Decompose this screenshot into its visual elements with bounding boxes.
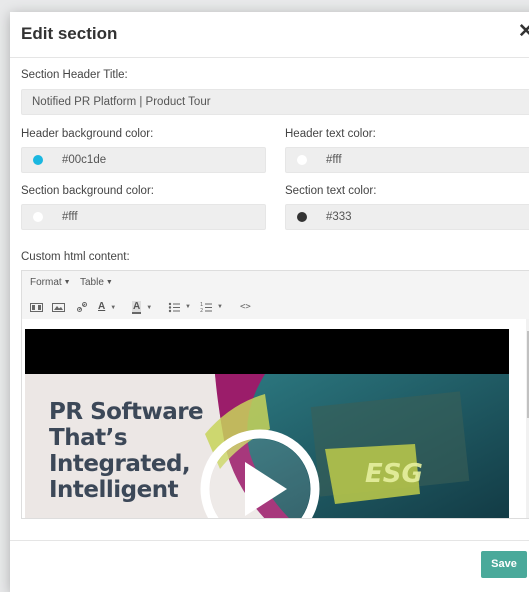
- video-thumbnail: ESG PR Software That’s Integrated, Intel…: [25, 374, 509, 518]
- section-bg-color-swatch[interactable]: [33, 212, 43, 222]
- text-color-button[interactable]: A ▼: [98, 299, 116, 315]
- section-text-color-value: #333: [326, 211, 352, 223]
- chevron-down-icon: ▼: [217, 304, 223, 310]
- video-headline: PR Software That’s Integrated, Intellige…: [49, 399, 204, 503]
- bullet-list-button[interactable]: ▼: [168, 299, 191, 315]
- source-code-icon[interactable]: <>: [240, 299, 251, 315]
- section-header-title-value: Notified PR Platform | Product Tour: [32, 96, 211, 108]
- header-text-color-input[interactable]: #fff: [285, 147, 529, 173]
- section-bg-color-value: #fff: [62, 211, 78, 223]
- chevron-down-icon: ▼: [185, 304, 191, 310]
- section-bg-color-label: Section background color:: [21, 185, 154, 197]
- format-menu[interactable]: Format ▼: [30, 277, 71, 288]
- header-text-color-swatch[interactable]: [297, 155, 307, 165]
- format-menu-label: Format: [30, 277, 62, 288]
- image-icon[interactable]: [52, 299, 65, 315]
- section-text-color-input[interactable]: #333: [285, 204, 529, 230]
- header-text-color-value: #fff: [326, 154, 342, 166]
- modal-footer-divider: [10, 540, 529, 541]
- chevron-down-icon: ▼: [146, 305, 153, 311]
- edit-section-modal: Edit section ✕ Section Header Title: Not…: [10, 12, 529, 592]
- chevron-down-icon: ▼: [63, 279, 71, 286]
- header-text-color-label: Header text color:: [285, 128, 376, 140]
- section-header-title-label: Section Header Title:: [21, 69, 128, 81]
- background-color-icon: A: [132, 301, 142, 314]
- header-bg-color-label: Header background color:: [21, 128, 154, 140]
- table-menu[interactable]: Table ▼: [80, 277, 113, 288]
- header-bg-color-input[interactable]: #00c1de: [21, 147, 266, 173]
- table-menu-label: Table: [80, 277, 104, 288]
- section-header-title-input[interactable]: Notified PR Platform | Product Tour: [21, 89, 529, 115]
- numbered-list-button[interactable]: 1 2 ▼: [200, 299, 223, 315]
- background-color-button[interactable]: A ▼: [132, 299, 152, 315]
- video-overlay-text: ESG: [365, 459, 423, 489]
- save-button[interactable]: Save: [481, 551, 527, 578]
- header-bg-color-value: #00c1de: [62, 154, 107, 166]
- media-icon[interactable]: [30, 299, 43, 315]
- custom-html-label: Custom html content:: [21, 251, 130, 263]
- html-editor: Format ▼ Table ▼ A ▼ A ▼ ▼ 1 2 ▼ <> ESG …: [21, 270, 529, 519]
- text-color-icon: A: [98, 301, 106, 312]
- modal-header: Edit section ✕: [10, 12, 529, 58]
- editor-toolbar: A ▼ A ▼ ▼ 1 2 ▼ <>: [22, 295, 529, 320]
- chevron-down-icon: ▼: [110, 305, 117, 311]
- svg-text:2: 2: [200, 308, 203, 314]
- close-icon[interactable]: ✕: [518, 22, 529, 41]
- section-text-color-swatch[interactable]: [297, 212, 307, 222]
- editor-content[interactable]: ESG PR Software That’s Integrated, Intel…: [22, 319, 529, 518]
- modal-title: Edit section: [21, 24, 118, 43]
- editor-menubar: Format ▼ Table ▼: [22, 271, 529, 296]
- chevron-down-icon: ▼: [105, 279, 113, 286]
- link-icon[interactable]: [76, 299, 88, 315]
- header-bg-color-swatch[interactable]: [33, 155, 43, 165]
- section-text-color-label: Section text color:: [285, 185, 377, 197]
- section-bg-color-input[interactable]: #fff: [21, 204, 266, 230]
- embedded-video[interactable]: ESG PR Software That’s Integrated, Intel…: [25, 329, 509, 518]
